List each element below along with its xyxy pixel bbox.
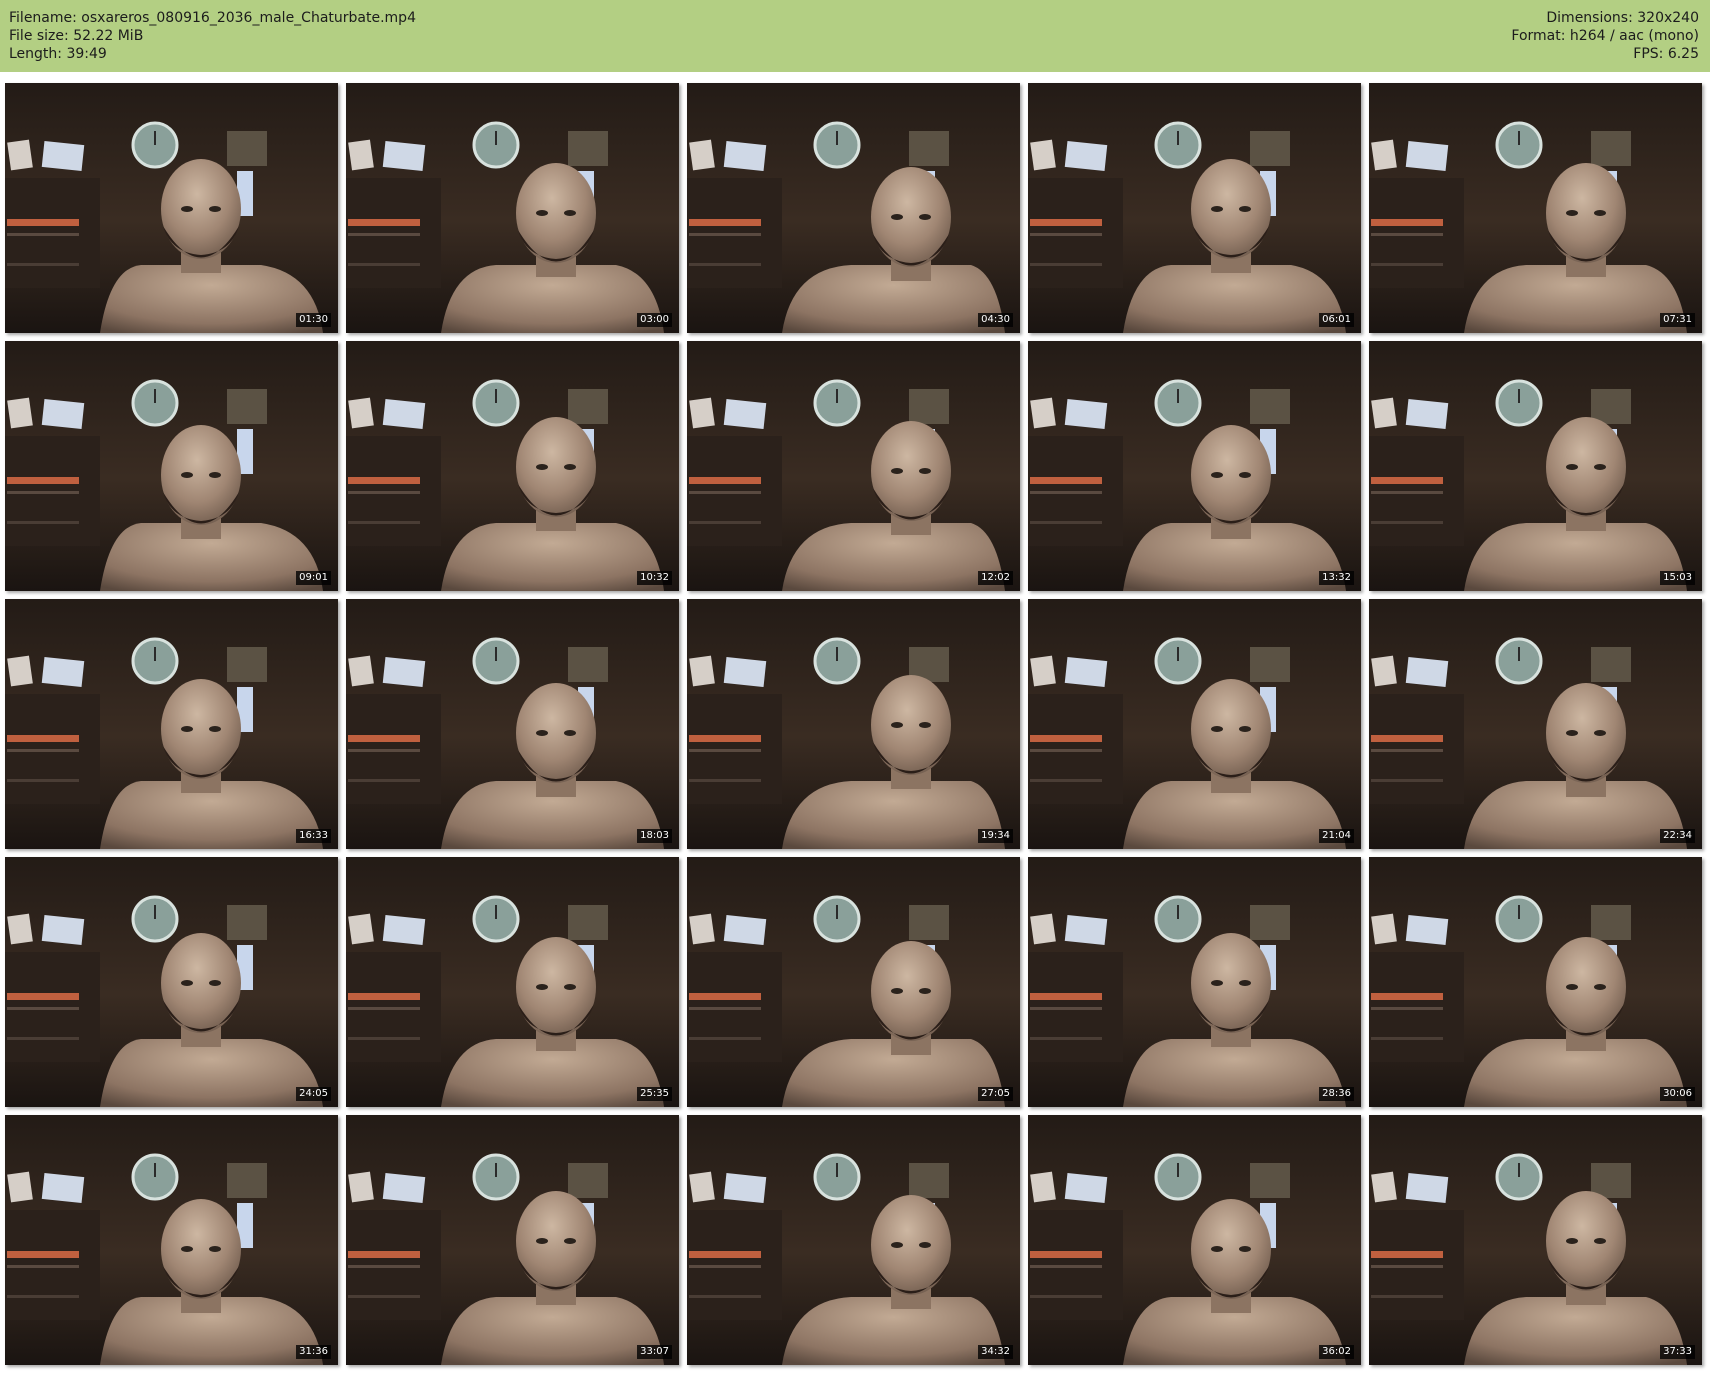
video-thumbnail: 06:01	[1028, 83, 1361, 333]
frame-image	[346, 857, 679, 1107]
frame-image	[1369, 1115, 1702, 1365]
timestamp-label: 06:01	[1319, 313, 1354, 327]
frame-image	[5, 83, 338, 333]
video-thumbnail: 04:30	[687, 83, 1020, 333]
timestamp-label: 33:07	[637, 1345, 672, 1359]
timestamp-label: 34:32	[978, 1345, 1013, 1359]
timestamp-label: 28:36	[1319, 1087, 1354, 1101]
timestamp-label: 04:30	[978, 313, 1013, 327]
frame-image	[1028, 1115, 1361, 1365]
timestamp-label: 09:01	[296, 571, 331, 585]
file-info-right: Dimensions: 320x240 Format: h264 / aac (…	[1511, 9, 1699, 63]
video-thumbnail: 07:31	[1369, 83, 1702, 333]
format-text: Format: h264 / aac (mono)	[1511, 28, 1699, 44]
video-thumbnail: 33:07	[346, 1115, 679, 1365]
video-thumbnail: 01:30	[5, 83, 338, 333]
frame-image	[1028, 83, 1361, 333]
frame-image	[1028, 857, 1361, 1107]
filesize-text: File size: 52.22 MiB	[9, 28, 144, 44]
frame-image	[687, 341, 1020, 591]
timestamp-label: 07:31	[1660, 313, 1695, 327]
frame-image	[1028, 599, 1361, 849]
video-thumbnail: 18:03	[346, 599, 679, 849]
video-thumbnail: 13:32	[1028, 341, 1361, 591]
video-thumbnail: 15:03	[1369, 341, 1702, 591]
video-thumbnail: 12:02	[687, 341, 1020, 591]
video-thumbnail: 28:36	[1028, 857, 1361, 1107]
video-thumbnail: 34:32	[687, 1115, 1020, 1365]
video-thumbnail: 31:36	[5, 1115, 338, 1365]
video-thumbnail: 22:34	[1369, 599, 1702, 849]
thumbnail-grid: 01:30 03:00 04:30 06:01 07:31 09:01 10:32 12:02…	[5, 83, 1702, 1365]
frame-image	[5, 1115, 338, 1365]
timestamp-label: 36:02	[1319, 1345, 1354, 1359]
video-thumbnail: 10:32	[346, 341, 679, 591]
timestamp-label: 27:05	[978, 1087, 1013, 1101]
frame-image	[687, 83, 1020, 333]
video-thumbnail: 36:02	[1028, 1115, 1361, 1365]
info-header: Filename: osxareros_080916_2036_male_Cha…	[0, 0, 1710, 72]
frame-image	[687, 599, 1020, 849]
frame-image	[346, 599, 679, 849]
timestamp-label: 10:32	[637, 571, 672, 585]
timestamp-label: 31:36	[296, 1345, 331, 1359]
timestamp-label: 24:05	[296, 1087, 331, 1101]
length-text: Length: 39:49	[9, 46, 107, 62]
timestamp-label: 16:33	[296, 829, 331, 843]
timestamp-label: 21:04	[1319, 829, 1354, 843]
filename-text: Filename: osxareros_080916_2036_male_Cha…	[9, 10, 416, 26]
video-thumbnail: 19:34	[687, 599, 1020, 849]
frame-image	[5, 857, 338, 1107]
video-thumbnail: 16:33	[5, 599, 338, 849]
video-thumbnail: 25:35	[346, 857, 679, 1107]
video-thumbnail: 27:05	[687, 857, 1020, 1107]
frame-image	[687, 857, 1020, 1107]
timestamp-label: 25:35	[637, 1087, 672, 1101]
timestamp-label: 03:00	[637, 313, 672, 327]
frame-image	[1369, 83, 1702, 333]
timestamp-label: 19:34	[978, 829, 1013, 843]
video-thumbnail: 21:04	[1028, 599, 1361, 849]
video-thumbnail: 24:05	[5, 857, 338, 1107]
frame-image	[5, 341, 338, 591]
frame-image	[1028, 341, 1361, 591]
timestamp-label: 18:03	[637, 829, 672, 843]
frame-image	[346, 341, 679, 591]
frame-image	[346, 1115, 679, 1365]
timestamp-label: 22:34	[1660, 829, 1695, 843]
frame-image	[1369, 857, 1702, 1107]
timestamp-label: 01:30	[296, 313, 331, 327]
fps-text: FPS: 6.25	[1633, 46, 1699, 62]
dimensions-text: Dimensions: 320x240	[1546, 10, 1699, 26]
timestamp-label: 30:06	[1660, 1087, 1695, 1101]
frame-image	[1369, 341, 1702, 591]
timestamp-label: 37:33	[1660, 1345, 1695, 1359]
frame-image	[5, 599, 338, 849]
video-thumbnail: 09:01	[5, 341, 338, 591]
video-thumbnail: 30:06	[1369, 857, 1702, 1107]
timestamp-label: 13:32	[1319, 571, 1354, 585]
frame-image	[1369, 599, 1702, 849]
video-thumbnail: 03:00	[346, 83, 679, 333]
timestamp-label: 12:02	[978, 571, 1013, 585]
timestamp-label: 15:03	[1660, 571, 1695, 585]
frame-image	[687, 1115, 1020, 1365]
frame-image	[346, 83, 679, 333]
file-info-left: Filename: osxareros_080916_2036_male_Cha…	[9, 9, 416, 63]
video-thumbnail: 37:33	[1369, 1115, 1702, 1365]
